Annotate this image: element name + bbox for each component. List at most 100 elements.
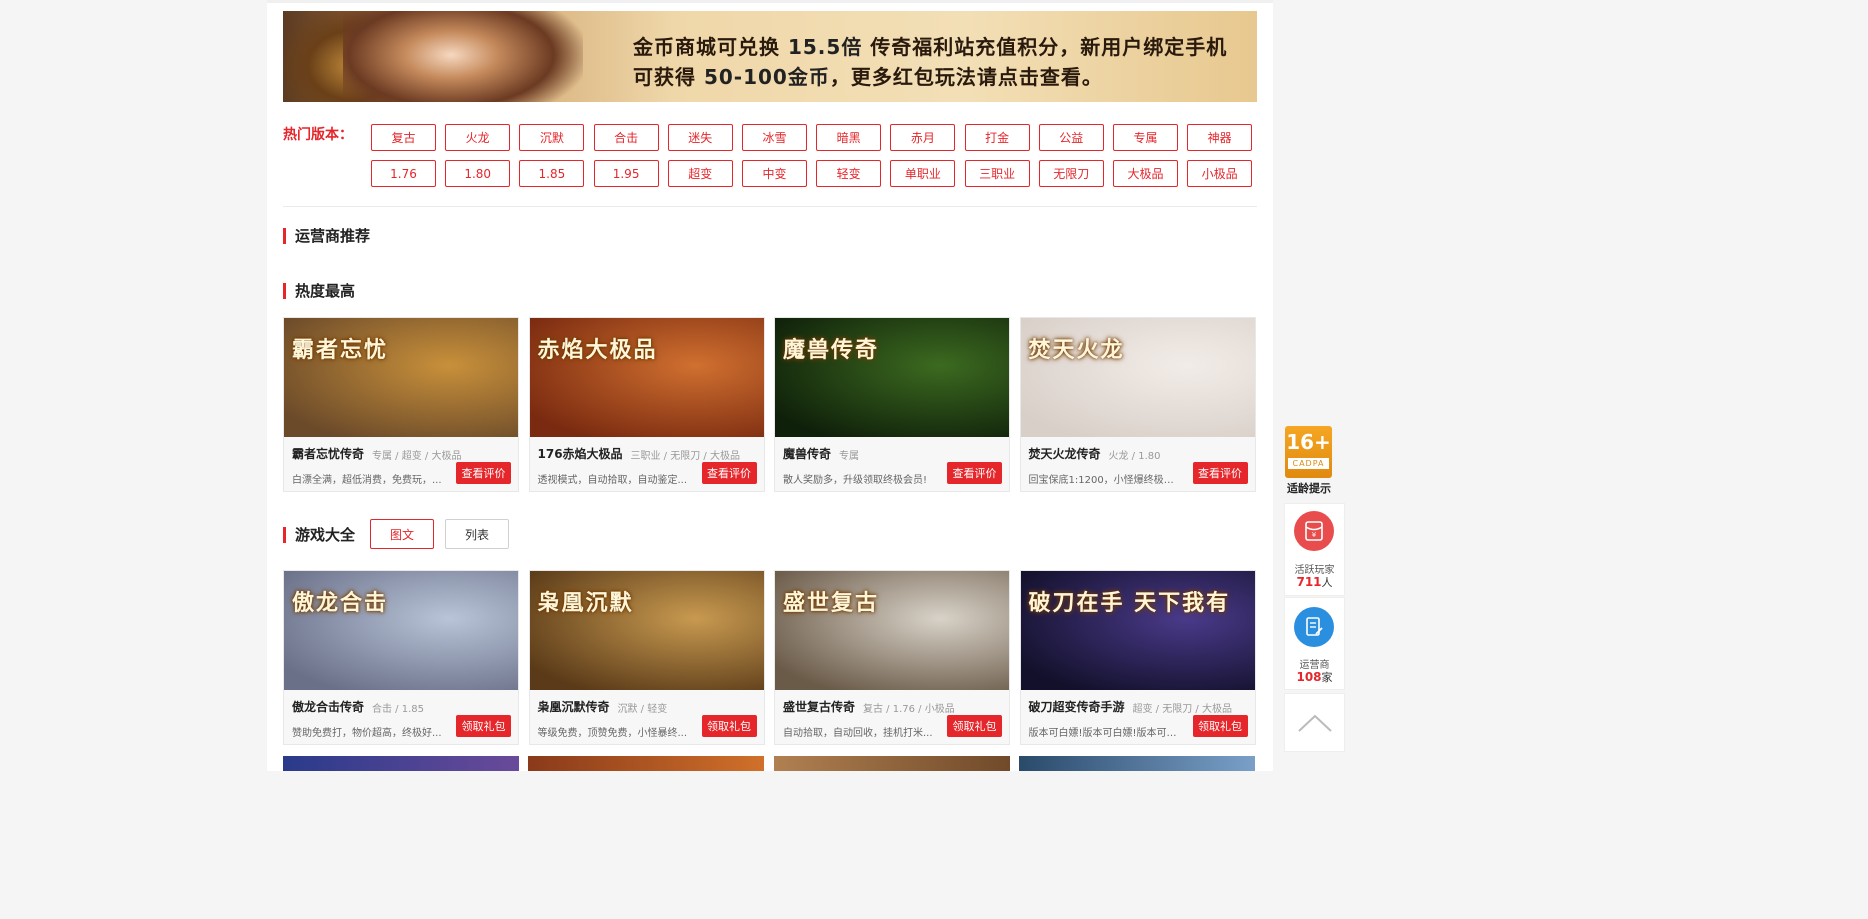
version-tag[interactable]: 复古 [371, 124, 436, 151]
version-tag[interactable]: 迷失 [667, 124, 733, 151]
version-tag[interactable]: 公益 [1038, 124, 1104, 151]
game-name[interactable]: 盛世复古传奇 [783, 698, 855, 715]
section-title-hottest: 热度最高 [283, 283, 355, 299]
game-card[interactable]: 焚天火龙 焚天火龙传奇 火龙 / 1.80 回宝保底1:1200，小怪爆终极，... 查… [1019, 317, 1256, 492]
game-tags: 专属 [839, 451, 859, 462]
version-tag[interactable]: 暗黑 [816, 124, 882, 151]
game-info: 176赤焰大极品 三职业 / 无限刀 / 大极品透视模式，自动拾取，自动鉴定...… [529, 437, 764, 491]
thumbnail-title: 傲龙合击 [292, 591, 389, 616]
game-card[interactable]: 盛世复古盛世复古传奇 复古 / 1.76 / 小极品自动拾取，自动回收，挂机打米.… [774, 570, 1010, 745]
game-card[interactable]: 魔兽传奇 魔兽传奇 专属 散人奖励多，升级领取终极会员! 查看评价 [774, 317, 1010, 492]
thumbnail-title: 魔兽传奇 [783, 338, 880, 363]
version-tag[interactable]: 赤月 [890, 124, 956, 151]
game-name[interactable]: 枭凰沉默传奇 [538, 698, 610, 715]
game-name[interactable]: 176赤焰大极品 [538, 445, 623, 462]
game-info: 傲龙合击传奇 合击 / 1.85 赞助免费打，物价超高，终极好... 领取礼包 [284, 690, 518, 744]
game-thumbnail[interactable]: 盛世复古 [775, 571, 1009, 690]
game-info: 焚天火龙传奇 火龙 / 1.80 回宝保底1:1200，小怪爆终极，... 查看评价 [1020, 437, 1255, 491]
card-action-button[interactable]: 领取礼包 [701, 715, 757, 737]
game-description: 版本可白嫖!版本可白嫖!版本可白... [1028, 728, 1181, 739]
game-name[interactable]: 焚天火龙传奇 [1029, 445, 1101, 462]
thumbnail-title: 焚天火龙 [1028, 338, 1125, 363]
hot-versions-label: 热门版本： [283, 127, 353, 143]
card-action-button[interactable]: 领取礼包 [1192, 715, 1248, 737]
version-tag[interactable]: 1.85 [519, 160, 585, 187]
game-name[interactable]: 魔兽传奇 [783, 445, 831, 462]
card-peek[interactable] [774, 756, 1010, 771]
version-tag[interactable]: 大极品 [1113, 160, 1178, 187]
game-info: 霸者忘忧传奇 专属 / 超变 / 大极品 白漂全满，超低消费，免费玩，... 查看评价 [284, 437, 518, 491]
game-info: 盛世复古传奇 复古 / 1.76 / 小极品自动拾取，自动回收，挂机打米... 领取… [775, 690, 1009, 744]
top-strip [267, 0, 1273, 3]
version-tag[interactable]: 专属 [1113, 124, 1178, 151]
version-tag[interactable]: 神器 [1187, 124, 1253, 151]
version-tag[interactable]: 小极品 [1187, 160, 1253, 187]
game-thumbnail[interactable]: 傲龙合击 [284, 571, 518, 690]
version-tag[interactable]: 冰雪 [742, 124, 807, 151]
game-name[interactable]: 傲龙合击传奇 [292, 698, 364, 715]
operators-count: 108家 [1296, 670, 1333, 684]
game-thumbnail[interactable]: 焚天火龙 [1020, 318, 1255, 437]
banner-line-1: 金币商城可兑换 15.5倍 传奇福利站充值积分，新用户绑定手机 [633, 35, 1228, 59]
card-peek[interactable] [528, 756, 764, 771]
thumbnail-title: 破刀在手 天下我有 [1028, 591, 1231, 616]
game-card[interactable]: 赤焰大极品 176赤焰大极品 三职业 / 无限刀 / 大极品透视模式，自动拾取，自动… [528, 317, 765, 492]
thumbnail-title: 霸者忘忧 [292, 338, 389, 363]
main-content: 金币商城可兑换 15.5倍 传奇福利站充值积分，新用户绑定手机 可获得 50-1… [267, 0, 1273, 771]
version-tag[interactable]: 火龙 [445, 124, 511, 151]
version-tag[interactable]: 超变 [667, 160, 733, 187]
version-tag[interactable]: 沉默 [519, 124, 585, 151]
version-tag[interactable]: 合击 [593, 124, 659, 151]
game-card[interactable]: 枭凰沉默 枭凰沉默传奇 沉默 / 轻变 等级免费，顶赞免费，小怪暴终... 领取礼包 [528, 570, 765, 745]
game-description: 透视模式，自动拾取，自动鉴定... [537, 475, 688, 486]
chevron-up-icon [1297, 714, 1332, 732]
game-tags: 专属 / 超变 / 大极品 [372, 451, 462, 462]
game-thumbnail[interactable]: 霸者忘忧 [284, 318, 518, 437]
version-tag[interactable]: 中变 [742, 160, 807, 187]
view-list-button[interactable]: 列表 [445, 519, 509, 549]
version-tag[interactable]: 三职业 [964, 160, 1030, 187]
version-tag[interactable]: 1.95 [593, 160, 659, 187]
game-info: 枭凰沉默传奇 沉默 / 轻变 等级免费，顶赞免费，小怪暴终... 领取礼包 [529, 690, 764, 744]
game-description: 赞助免费打，物价超高，终极好... [292, 728, 442, 739]
game-thumbnail[interactable]: 赤焰大极品 [529, 318, 764, 437]
card-action-button[interactable]: 领取礼包 [456, 715, 511, 737]
version-tag[interactable]: 轻变 [816, 160, 882, 187]
game-card[interactable]: 霸者忘忧霸者忘忧传奇 专属 / 超变 / 大极品 白漂全满，超低消费，免费玩，...… [283, 317, 519, 492]
game-thumbnail[interactable]: 魔兽传奇 [775, 318, 1009, 437]
game-name[interactable]: 破刀超变传奇手游 [1029, 698, 1125, 715]
game-info: 破刀超变传奇手游 超变 / 无限刀 / 大极品 版本可白嫖!版本可白嫖!版本可白..… [1020, 690, 1255, 744]
game-thumbnail[interactable]: 枭凰沉默 [529, 571, 764, 690]
card-action-button[interactable]: 查看评价 [456, 462, 511, 484]
card-peek[interactable] [1019, 756, 1255, 771]
thumbnail-title: 赤焰大极品 [537, 338, 658, 363]
card-action-button[interactable]: 查看评价 [701, 462, 757, 484]
game-tags: 复古 / 1.76 / 小极品 [863, 704, 955, 715]
game-description: 自动拾取，自动回收，挂机打米... [783, 728, 933, 739]
thumbnail-title: 盛世复古 [783, 591, 880, 616]
version-tag[interactable]: 1.80 [445, 160, 511, 187]
svg-text:¥: ¥ [1312, 531, 1317, 539]
game-tags: 合击 / 1.85 [372, 704, 424, 715]
game-card[interactable]: 傲龙合击傲龙合击传奇 合击 / 1.85 赞助免费打，物价超高，终极好... 领取礼包 [283, 570, 519, 745]
game-thumbnail[interactable]: 破刀在手 天下我有 [1020, 571, 1255, 690]
active-players-count: 711人 [1296, 575, 1333, 589]
game-description: 回宝保底1:1200，小怪爆终极，... [1028, 475, 1181, 486]
version-tag[interactable]: 打金 [964, 124, 1030, 151]
game-description: 等级免费，顶赞免费，小怪暴终... [537, 728, 688, 739]
promo-banner[interactable]: 金币商城可兑换 15.5倍 传奇福利站充值积分，新用户绑定手机 可获得 50-1… [283, 11, 1257, 102]
card-peek[interactable] [283, 756, 519, 771]
back-to-top-button[interactable] [1284, 693, 1345, 752]
version-tag[interactable]: 单职业 [890, 160, 956, 187]
view-graphic-button[interactable]: 图文 [370, 519, 434, 549]
card-action-button[interactable]: 领取礼包 [947, 715, 1002, 737]
card-action-button[interactable]: 查看评价 [1192, 462, 1248, 484]
section-title-operators: 运营商推荐 [283, 228, 370, 244]
version-tag[interactable]: 无限刀 [1038, 160, 1104, 187]
game-card[interactable]: 破刀在手 天下我有破刀超变传奇手游 超变 / 无限刀 / 大极品 版本可白嫖!版本可… [1019, 570, 1256, 745]
card-action-button[interactable]: 查看评价 [947, 462, 1002, 484]
game-tags: 三职业 / 无限刀 / 大极品 [630, 451, 740, 462]
game-description: 散人奖励多，升级领取终极会员! [783, 475, 928, 486]
version-tag[interactable]: 1.76 [371, 160, 436, 187]
game-name[interactable]: 霸者忘忧传奇 [292, 445, 364, 462]
